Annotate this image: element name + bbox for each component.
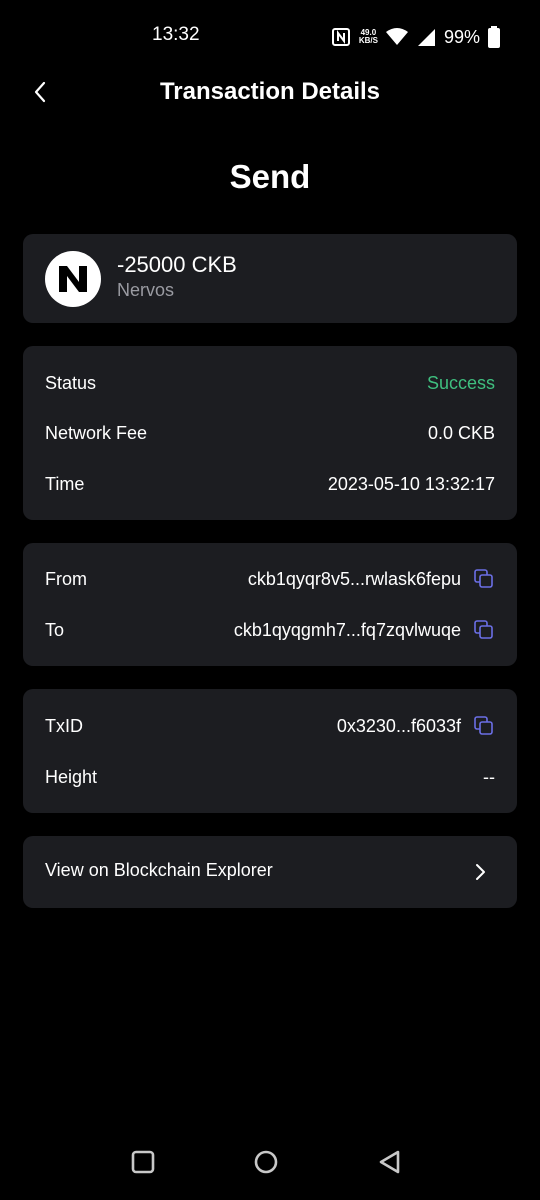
- status-time: 13:32: [152, 24, 200, 45]
- asset-card: -25000 CKB Nervos: [23, 234, 517, 323]
- details-card: Status Success Network Fee 0.0 CKB Time …: [23, 346, 517, 520]
- from-address: ckb1qyqr8v5...rwlask6fepu: [247, 568, 461, 589]
- to-label: To: [45, 619, 65, 640]
- nervos-logo-icon: [45, 251, 101, 307]
- to-row: To ckb1qyqgmh7...fq7zqvlwuqe: [45, 615, 495, 645]
- battery-percent: 99%: [443, 26, 480, 47]
- copy-to-icon[interactable]: [473, 619, 495, 641]
- transaction-type: Send: [229, 158, 311, 195]
- status-bar: 13:32 49.0 KB/S 99%: [0, 0, 540, 72]
- time-value: 2023-05-10 13:32:17: [327, 473, 495, 494]
- copy-txid-icon[interactable]: [473, 715, 495, 737]
- home-button[interactable]: [252, 1148, 280, 1176]
- txid-value: 0x3230...f6033f: [336, 715, 461, 736]
- txid-value-group: 0x3230...f6033f: [337, 715, 495, 737]
- from-row: From ckb1qyqr8v5...rwlask6fepu: [45, 564, 495, 594]
- chevron-right-icon: [476, 864, 485, 880]
- app-header: Transaction Details: [0, 72, 540, 114]
- time-label: Time: [45, 473, 85, 494]
- recents-button[interactable]: [129, 1148, 157, 1176]
- network-fee-row: Network Fee 0.0 CKB: [45, 418, 495, 448]
- copy-from-icon[interactable]: [473, 568, 495, 590]
- view-on-explorer-button[interactable]: View on Blockchain Explorer: [23, 836, 517, 908]
- signal-icon: [417, 29, 435, 46]
- network-speed: 49.0 KB/S: [359, 29, 378, 45]
- page-title: Transaction Details: [159, 78, 381, 105]
- to-value-group: ckb1qyqgmh7...fq7zqvlwuqe: [234, 619, 495, 641]
- network-fee-label: Network Fee: [45, 422, 148, 443]
- from-value-group: ckb1qyqr8v5...rwlask6fepu: [248, 568, 495, 590]
- height-value: --: [483, 766, 495, 787]
- system-nav-bar: [0, 1136, 540, 1200]
- back-nav-button[interactable]: [376, 1148, 404, 1176]
- wifi-icon: [385, 28, 408, 45]
- height-row: Height --: [45, 762, 495, 792]
- txid-card: TxID 0x3230...f6033f Height --: [23, 689, 517, 813]
- to-address: ckb1qyqgmh7...fq7zqvlwuqe: [233, 619, 461, 640]
- asset-name: Nervos: [117, 280, 175, 300]
- txid-label: TxID: [45, 715, 83, 736]
- transaction-amount: -25000 CKB: [117, 252, 237, 277]
- nfc-icon: [331, 28, 350, 46]
- network-speed-unit: KB/S: [358, 36, 378, 45]
- status-label: Status: [45, 372, 97, 393]
- network-fee-value: 0.0 CKB: [427, 422, 495, 443]
- explorer-label: View on Blockchain Explorer: [45, 860, 273, 880]
- status-value: Success: [426, 372, 495, 393]
- txid-row: TxID 0x3230...f6033f: [45, 711, 495, 741]
- from-label: From: [45, 568, 87, 589]
- address-card: From ckb1qyqr8v5...rwlask6fepu To ckb1qy…: [23, 543, 517, 666]
- status-row: Status Success: [45, 368, 495, 398]
- time-row: Time 2023-05-10 13:32:17: [45, 469, 495, 499]
- status-icons: 49.0 KB/S 99%: [331, 24, 500, 50]
- battery-icon: [488, 26, 500, 48]
- height-label: Height: [45, 766, 98, 787]
